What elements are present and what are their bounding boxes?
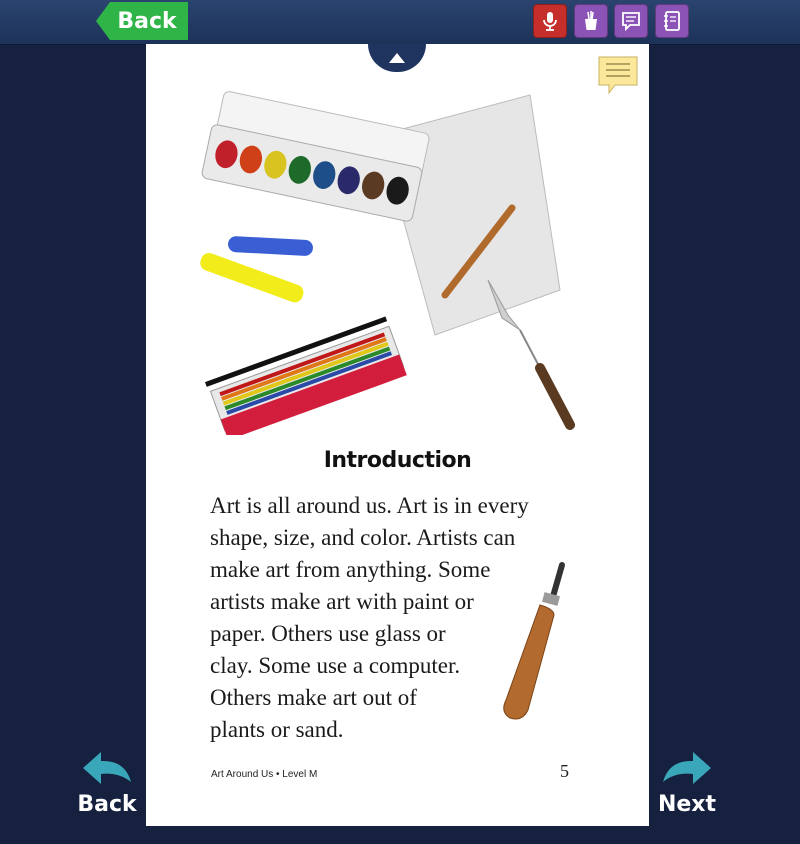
cup-icon [585, 11, 597, 30]
body-line: shape, size, and color. Artists can [210, 525, 516, 550]
curved-arrow-right-icon [663, 752, 711, 784]
tools-cup-button[interactable] [574, 4, 608, 38]
page-number: 5 [560, 761, 569, 781]
next-page-button[interactable]: Next [652, 748, 722, 817]
page-heading: Introduction [323, 448, 472, 473]
back-button[interactable]: Back [96, 2, 188, 40]
comment-button[interactable] [614, 4, 648, 38]
chat-icon [622, 12, 640, 32]
book-footer: Art Around Us • Level M [211, 769, 318, 780]
sticky-note-icon[interactable] [598, 56, 638, 96]
triangle-up-icon [389, 53, 405, 63]
carving-tool-illustration [503, 562, 565, 720]
record-button[interactable] [533, 4, 567, 38]
top-toolbar: Back [0, 0, 800, 45]
previous-page-label: Back [77, 792, 137, 817]
curved-arrow-left-icon [83, 752, 131, 784]
notebook-button[interactable] [655, 4, 689, 38]
art-supplies-illustration [200, 91, 575, 435]
next-page-label: Next [657, 792, 717, 817]
previous-page-button[interactable]: Back [72, 748, 142, 817]
microphone-icon [543, 12, 557, 31]
body-line: Art is all around us. Art is in every [210, 493, 529, 518]
notebook-icon [664, 11, 680, 31]
